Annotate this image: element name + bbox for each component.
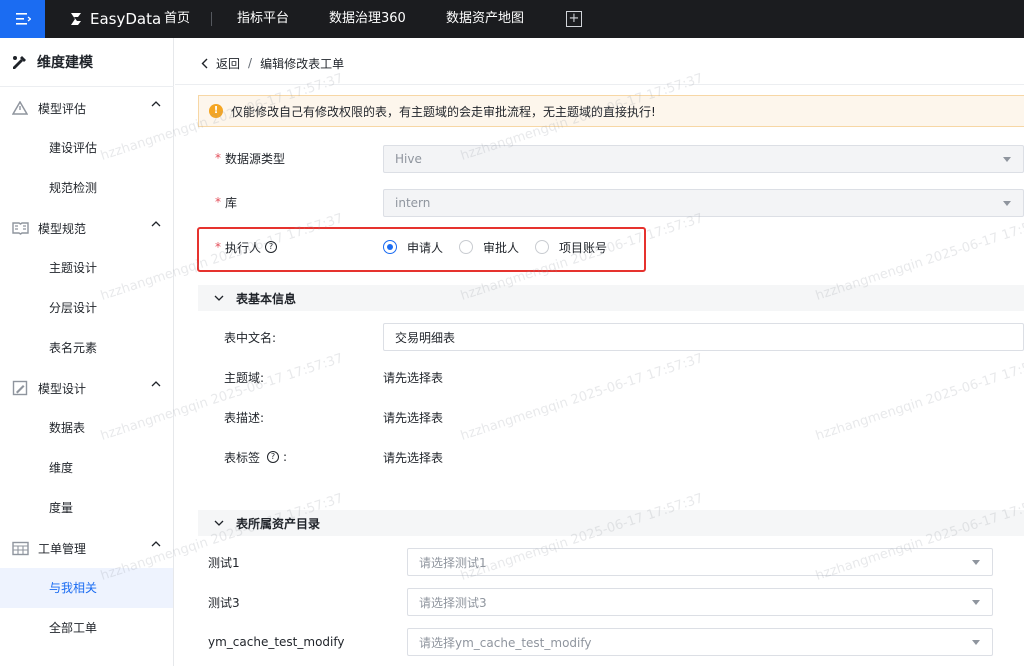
domain-value: 请先选择表 [383, 370, 444, 385]
datasource-select[interactable]: Hive [383, 145, 1024, 173]
info-alert: ! 仅能修改自己有修改权限的表，有主题域的会走审批流程，无主题域的直接执行! [198, 95, 1024, 127]
chevron-up-icon [151, 541, 161, 547]
sidebar-item-dimension[interactable]: 维度 [0, 448, 173, 488]
radio-applicant[interactable]: 申请人 [383, 239, 443, 256]
catalog-label-test1: 测试1 [208, 555, 240, 570]
alert-text: 仅能修改自己有修改权限的表，有主题域的会走审批流程，无主题域的直接执行! [231, 104, 656, 119]
section-asset-catalog[interactable]: 表所属资产目录 [198, 510, 1024, 536]
sidebar-item-table-name-elements[interactable]: 表名元素 [0, 328, 173, 368]
dropdown-caret-icon [972, 600, 980, 605]
sidebar-item-data-table[interactable]: 数据表 [0, 408, 173, 448]
chevron-up-icon [151, 221, 161, 227]
tags-value: 请先选择表 [383, 450, 444, 465]
radio-project-account[interactable]: 项目账号 [535, 239, 607, 256]
sidebar-group-model-spec[interactable]: 模型规范 [0, 208, 174, 248]
brand-logo[interactable]: EasyData [68, 0, 161, 38]
desc-label: 表描述: [224, 410, 265, 425]
tags-label: 表标签 ? : [224, 450, 288, 465]
chevron-down-icon [214, 520, 224, 526]
database-label: * 库 [215, 195, 238, 210]
database-select[interactable]: intern [383, 189, 1024, 217]
header-divider [175, 84, 1024, 85]
logo-icon [71, 13, 81, 25]
brand-name: EasyData [90, 10, 162, 28]
add-tab-button[interactable]: + [566, 11, 582, 27]
breadcrumb: 返回 / 编辑修改表工单 [201, 54, 344, 72]
back-link[interactable]: 返回 [216, 55, 240, 72]
modeling-icon [13, 55, 26, 69]
chevron-left-icon[interactable] [201, 58, 208, 69]
nav-divider [211, 12, 212, 26]
executor-label: * 执行人 ? [215, 237, 278, 257]
chevron-up-icon [151, 101, 161, 107]
menu-icon [15, 13, 31, 25]
nav-home[interactable]: 首页 [164, 0, 190, 38]
section-basic-info[interactable]: 表基本信息 [198, 285, 1024, 311]
sidebar-item-all-tickets[interactable]: 全部工单 [0, 608, 173, 648]
sidebar: 维度建模 模型评估 建设评估 规范检测 模型规范 主题设计 分层设计 表名元素 … [0, 38, 174, 666]
nav-data-governance[interactable]: 数据治理360 [329, 0, 406, 38]
sidebar-item-layer-design[interactable]: 分层设计 [0, 288, 173, 328]
catalog-select-ym-cache[interactable]: 请选择ym_cache_test_modify [407, 628, 993, 656]
dropdown-caret-icon [972, 640, 980, 645]
required-mark: * [215, 240, 221, 254]
dropdown-caret-icon [1003, 201, 1011, 206]
sidebar-item-theme-design[interactable]: 主题设计 [0, 248, 173, 288]
help-icon[interactable]: ? [265, 241, 278, 253]
catalog-select-test1[interactable]: 请选择测试1 [407, 548, 993, 576]
sidebar-group-ticket-management[interactable]: 工单管理 [0, 528, 174, 568]
chevron-down-icon [214, 295, 224, 301]
radio-approver[interactable]: 审批人 [459, 239, 519, 256]
top-bar: EasyData 首页 指标平台 数据治理360 数据资产地图 + [0, 0, 1024, 38]
help-icon[interactable]: ? [267, 451, 280, 463]
required-mark: * [215, 195, 221, 209]
desc-value: 请先选择表 [383, 410, 444, 425]
catalog-select-test3[interactable]: 请选择测试3 [407, 588, 993, 616]
dropdown-caret-icon [972, 560, 980, 565]
nav-asset-map[interactable]: 数据资产地图 [446, 0, 524, 38]
radio-unchecked-icon [459, 240, 474, 254]
book-icon [11, 222, 29, 235]
sidebar-group-model-design[interactable]: 模型设计 [0, 368, 174, 408]
nav-metrics-platform[interactable]: 指标平台 [237, 0, 289, 38]
required-mark: * [215, 151, 221, 165]
sidebar-item-construction-eval[interactable]: 建设评估 [0, 128, 173, 168]
domain-label: 主题域: [224, 370, 265, 385]
menu-toggle-button[interactable] [0, 0, 45, 38]
sidebar-title: 维度建模 [0, 38, 174, 87]
executor-radio-group: 申请人 审批人 项目账号 [383, 237, 623, 257]
datasource-label: * 数据源类型 [215, 151, 286, 166]
breadcrumb-current: 编辑修改表工单 [260, 56, 345, 71]
radio-checked-icon [383, 240, 397, 254]
catalog-label-test3: 测试3 [208, 595, 240, 610]
cn-name-label: 表中文名: [224, 330, 277, 345]
radio-unchecked-icon [535, 240, 550, 254]
warning-triangle-icon [12, 101, 28, 115]
sidebar-item-spec-check[interactable]: 规范检测 [0, 168, 173, 208]
dropdown-caret-icon [1003, 157, 1011, 162]
sidebar-group-model-evaluation[interactable]: 模型评估 [0, 88, 174, 128]
chevron-up-icon [151, 381, 161, 387]
design-edit-icon [12, 380, 28, 396]
catalog-label-ym-cache: ym_cache_test_modify [208, 635, 345, 649]
warning-icon: ! [209, 104, 223, 118]
sidebar-item-measure[interactable]: 度量 [0, 488, 173, 528]
sidebar-item-related-to-me[interactable]: 与我相关 [0, 568, 173, 608]
cn-name-input[interactable]: 交易明细表 [383, 323, 1024, 351]
calendar-grid-icon [11, 541, 29, 555]
main-content: 返回 / 编辑修改表工单 ! 仅能修改自己有修改权限的表，有主题域的会走审批流程… [175, 38, 1024, 666]
breadcrumb-separator: / [248, 56, 253, 70]
